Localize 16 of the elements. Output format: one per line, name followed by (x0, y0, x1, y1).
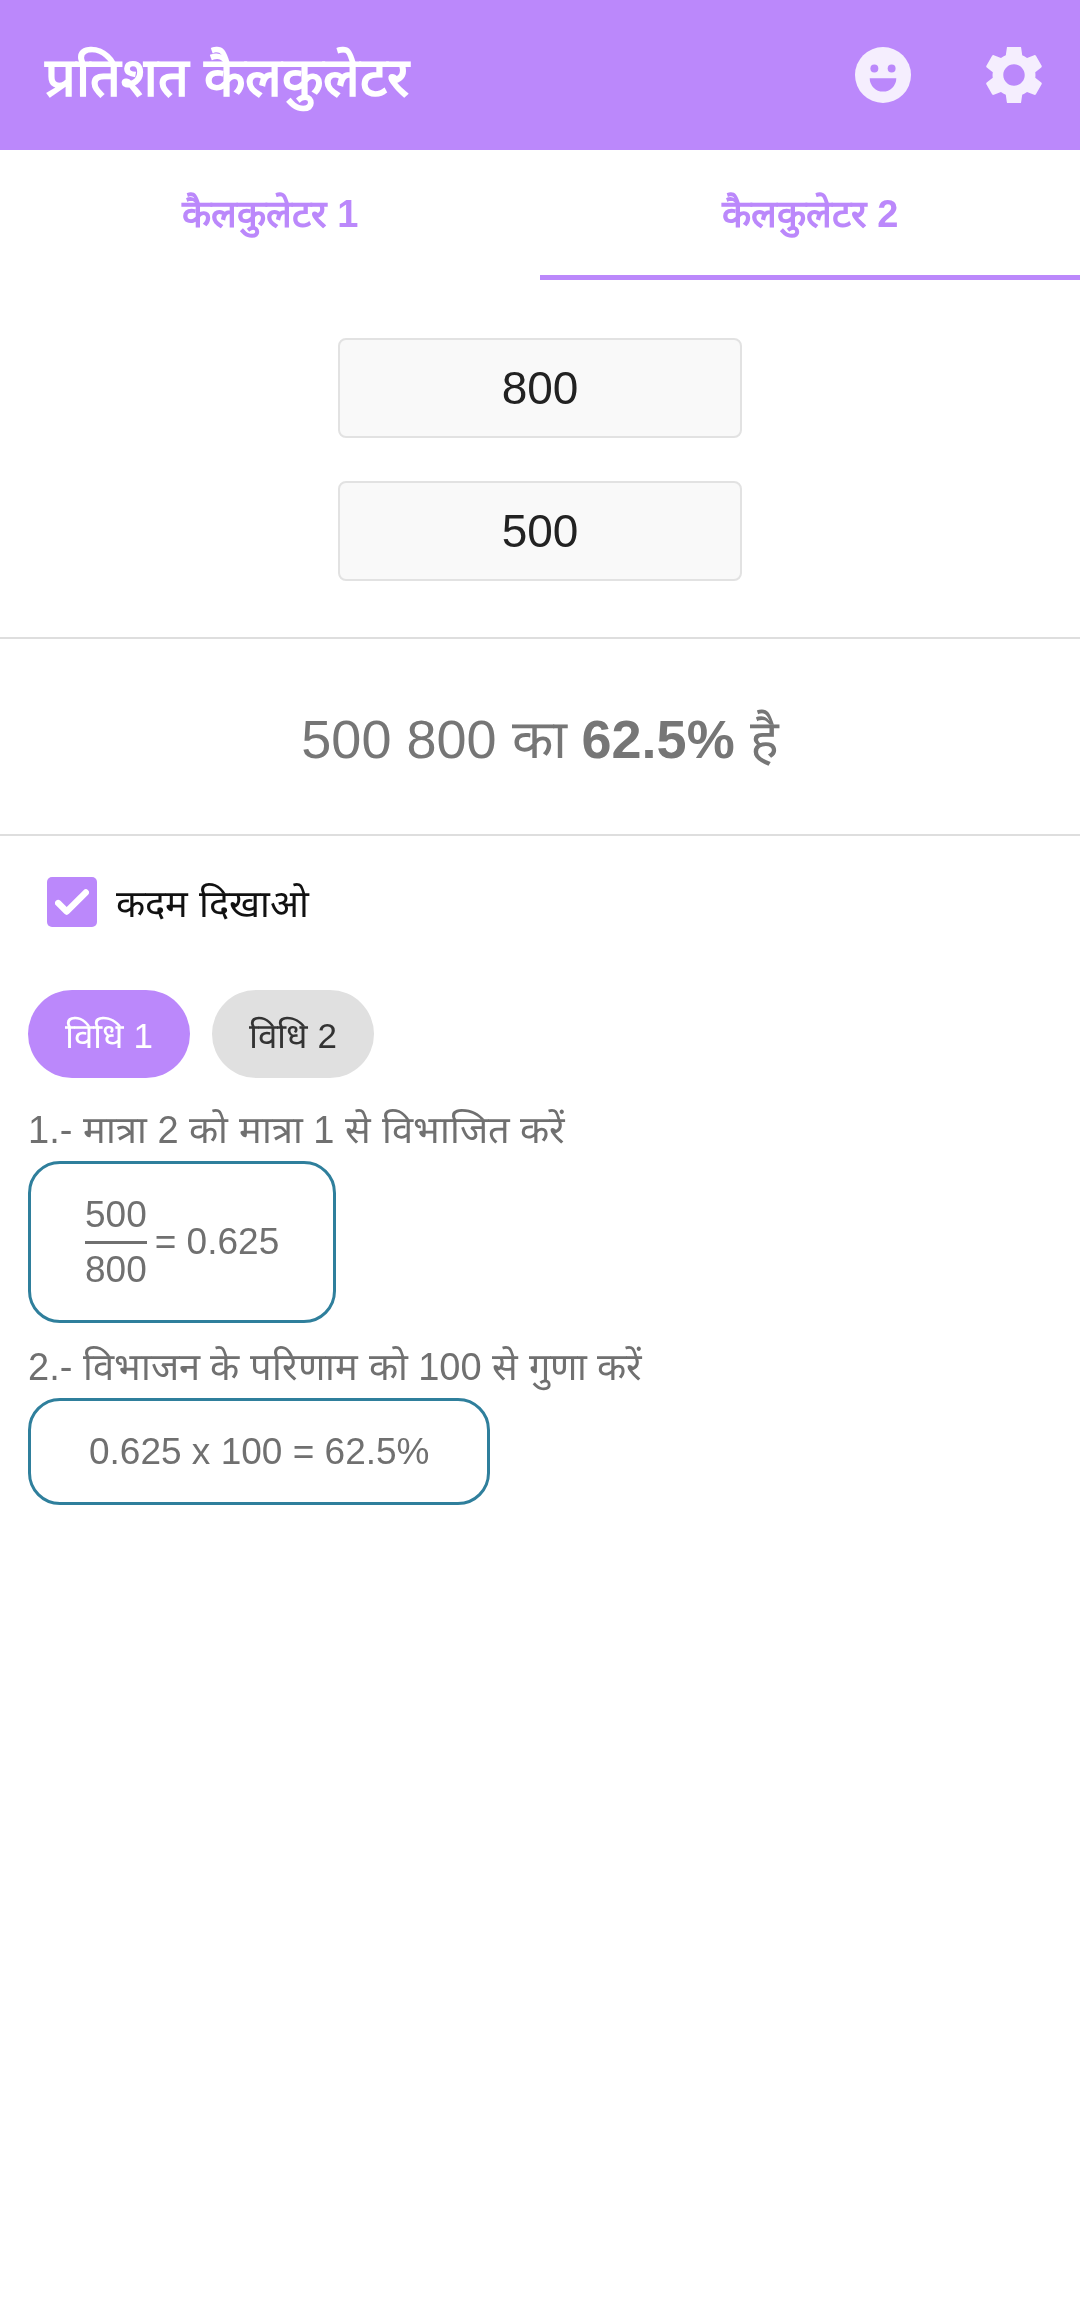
checkbox-label[interactable]: कदम दिखाओ (116, 876, 309, 928)
app-title: प्रतिशत कैलकुलेटर (45, 38, 409, 112)
result-text: 500 800 का 62.5% है (301, 707, 779, 771)
settings-icon[interactable] (986, 47, 1042, 103)
number-input[interactable]: 500 (338, 481, 742, 581)
denominator: 800 (85, 1247, 147, 1292)
step-result: = 0.625 (154, 1221, 280, 1263)
numerator: 500 (85, 1191, 147, 1244)
step-instruction: 1.- मात्रा 2 को मात्रा 1 से विभाजित करें (28, 1108, 566, 1153)
method-chip[interactable]: विधि 2 (212, 990, 374, 1078)
smiley-icon[interactable] (855, 47, 911, 103)
check-icon (55, 888, 89, 916)
checkbox[interactable] (47, 877, 97, 927)
step-expression: 0.625 x 100 = 62.5% (89, 1430, 430, 1473)
step-instruction: 2.- विभाजन के परिणाम को 100 से गुणा करें (28, 1339, 643, 1395)
number-input[interactable]: 800 (338, 338, 742, 438)
